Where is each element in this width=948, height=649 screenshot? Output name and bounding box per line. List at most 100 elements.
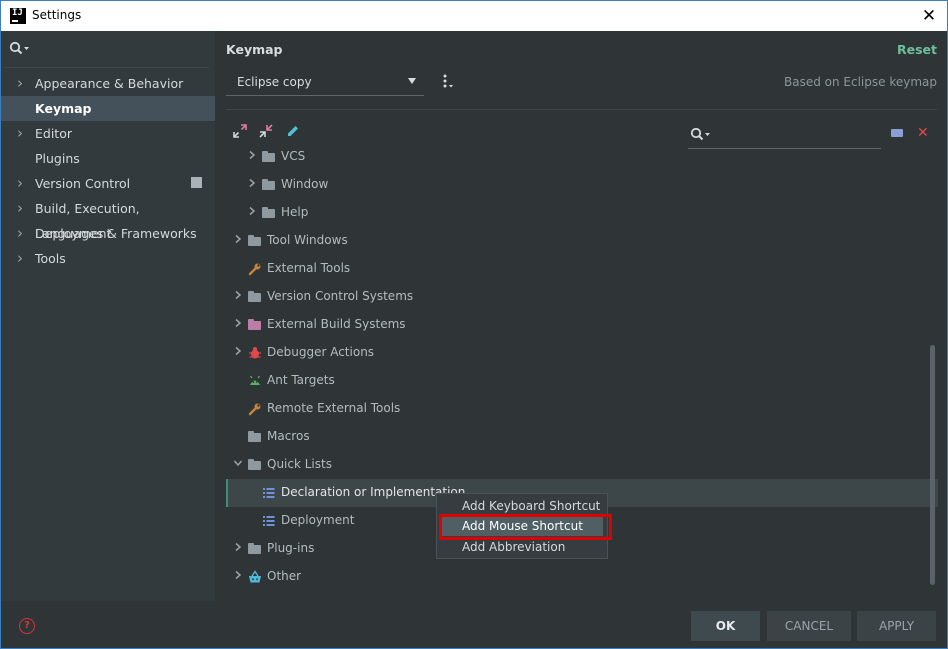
project-level-icon bbox=[191, 177, 202, 188]
chevron-right-icon[interactable] bbox=[233, 570, 243, 583]
expand-all-icon bbox=[233, 124, 247, 138]
sidebar-item-label: Editor bbox=[35, 126, 72, 141]
sidebar-item-label: Keymap bbox=[35, 101, 92, 116]
chevron-right-icon[interactable]: › bbox=[17, 221, 23, 246]
folder-icon bbox=[248, 458, 262, 472]
tree-row[interactable]: Tool Windows bbox=[226, 227, 938, 255]
panel-separator bbox=[226, 109, 937, 110]
tree-row[interactable]: Macros bbox=[226, 423, 938, 451]
chevron-right-icon[interactable] bbox=[247, 178, 257, 191]
sidebar-item-languages-frameworks[interactable]: › Languages & Frameworks bbox=[1, 221, 215, 246]
tree-row-label: Plug-ins bbox=[267, 541, 315, 555]
sidebar-item-appearance-behavior[interactable]: › Appearance & Behavior bbox=[1, 71, 215, 96]
tree-row-label: External Build Systems bbox=[267, 317, 406, 331]
tree-row-label: Tool Windows bbox=[267, 233, 348, 247]
chevron-right-icon[interactable]: › bbox=[17, 196, 23, 221]
chevron-right-icon[interactable] bbox=[247, 150, 257, 163]
help-icon[interactable]: ? bbox=[19, 618, 35, 634]
collapse-all-button[interactable] bbox=[258, 123, 278, 143]
sidebar-item-label: Appearance & Behavior bbox=[35, 76, 184, 91]
title-bar: IJ Settings ✕ bbox=[1, 1, 947, 31]
tree-row-label: VCS bbox=[281, 149, 306, 163]
basket-icon bbox=[248, 570, 262, 584]
menu-item-add-mouse-shortcut[interactable]: Add Mouse Shortcut bbox=[441, 516, 603, 536]
edit-shortcut-button[interactable] bbox=[285, 123, 305, 143]
intellij-app-icon: IJ bbox=[10, 8, 26, 24]
folder-icon bbox=[262, 178, 276, 192]
list-icon bbox=[262, 486, 276, 500]
tree-row[interactable]: Debugger Actions bbox=[226, 339, 938, 367]
sidebar-item-label: Plugins bbox=[35, 151, 80, 166]
tree-row-label: Other bbox=[267, 569, 302, 583]
chevron-right-icon[interactable] bbox=[233, 346, 243, 359]
sidebar-item-label: Tools bbox=[35, 251, 66, 266]
sidebar-search-icon[interactable] bbox=[9, 41, 31, 58]
tree-row-label: Macros bbox=[267, 429, 310, 443]
tree-row[interactable]: Other bbox=[226, 563, 938, 591]
tree-row-label: Ant Targets bbox=[267, 373, 335, 387]
chevron-right-icon[interactable]: › bbox=[17, 246, 23, 271]
based-on-label: Based on Eclipse keymap bbox=[784, 75, 937, 89]
tree-row[interactable]: Remote External Tools bbox=[226, 395, 938, 423]
chevron-right-icon[interactable] bbox=[247, 206, 257, 219]
window-title: Settings bbox=[32, 8, 82, 22]
tree-row-label: Deployment bbox=[281, 513, 355, 527]
sidebar-item-plugins[interactable]: Plugins bbox=[1, 146, 215, 171]
ant-icon bbox=[248, 374, 262, 388]
collapse-all-icon bbox=[259, 124, 273, 138]
chevron-right-icon[interactable] bbox=[233, 290, 243, 303]
tree-row[interactable]: VCS bbox=[226, 143, 938, 171]
kebab-menu-icon bbox=[443, 74, 453, 88]
chevron-right-icon[interactable] bbox=[233, 542, 243, 555]
cancel-button[interactable]: CANCEL bbox=[767, 611, 851, 641]
expand-all-button[interactable] bbox=[232, 123, 252, 143]
sidebar-item-keymap[interactable]: Keymap bbox=[1, 96, 215, 121]
pencil-icon bbox=[288, 126, 298, 136]
settings-sidebar: › Appearance & Behavior Keymap › Editor Plugi… bbox=[1, 31, 215, 601]
menu-item-add-abbreviation[interactable]: Add Abbreviation bbox=[441, 537, 603, 557]
tree-row[interactable]: Window bbox=[226, 171, 938, 199]
chevron-right-icon[interactable] bbox=[233, 318, 243, 331]
keymap-select[interactable]: Eclipse copy bbox=[226, 69, 424, 96]
tree-row[interactable]: Help bbox=[226, 199, 938, 227]
chevron-right-icon[interactable]: › bbox=[17, 171, 23, 196]
menu-item-add-keyboard-shortcut[interactable]: Add Keyboard Shortcut bbox=[441, 496, 603, 516]
tree-row-label: Quick Lists bbox=[267, 457, 332, 471]
chevron-down-icon[interactable] bbox=[233, 458, 243, 471]
apply-button[interactable]: APPLY bbox=[857, 611, 936, 641]
keymap-more-actions-button[interactable] bbox=[441, 73, 455, 93]
chevron-right-icon[interactable]: › bbox=[17, 71, 23, 96]
keymap-select-value: Eclipse copy bbox=[237, 75, 312, 89]
tree-row-label: Version Control Systems bbox=[267, 289, 414, 303]
sidebar-item-editor[interactable]: › Editor bbox=[1, 121, 215, 146]
folder-icon bbox=[248, 430, 262, 444]
tree-row[interactable]: Version Control Systems bbox=[226, 283, 938, 311]
wrench-icon bbox=[248, 262, 262, 276]
sidebar-item-tools[interactable]: › Tools bbox=[1, 246, 215, 271]
tree-row[interactable]: External Build Systems bbox=[226, 311, 938, 339]
tree-row[interactable]: Quick Lists bbox=[226, 451, 938, 479]
tree-row-label: External Tools bbox=[267, 261, 351, 275]
chevron-right-icon[interactable]: › bbox=[17, 121, 23, 146]
context-menu: Add Keyboard Shortcut Add Mouse Shortcut… bbox=[436, 493, 608, 559]
reset-link[interactable]: Reset bbox=[897, 42, 937, 57]
chevron-down-icon bbox=[408, 78, 416, 84]
close-window-button[interactable]: ✕ bbox=[917, 4, 941, 28]
folder-icon bbox=[248, 290, 262, 304]
tree-row[interactable]: External Tools bbox=[226, 255, 938, 283]
tree-row-label: Debugger Actions bbox=[267, 345, 375, 359]
sidebar-item-label: Languages & Frameworks bbox=[35, 226, 197, 241]
clear-filter-close-icon[interactable]: ✕ bbox=[917, 125, 929, 141]
search-icon bbox=[690, 127, 710, 141]
wrench-icon bbox=[248, 402, 262, 416]
ok-button[interactable]: OK bbox=[691, 611, 760, 641]
find-by-shortcut-keyboard-icon[interactable] bbox=[891, 129, 903, 137]
sidebar-item-build-execution-deployment[interactable]: › Build, Execution, Deployment bbox=[1, 196, 215, 241]
tree-scrollbar[interactable] bbox=[930, 345, 935, 585]
sidebar-item-version-control[interactable]: › Version Control bbox=[1, 171, 215, 196]
list-icon bbox=[262, 514, 276, 528]
chevron-right-icon[interactable] bbox=[233, 234, 243, 247]
tree-row[interactable]: Ant Targets bbox=[226, 367, 938, 395]
folder-icon bbox=[262, 150, 276, 164]
folder-icon bbox=[262, 206, 276, 220]
